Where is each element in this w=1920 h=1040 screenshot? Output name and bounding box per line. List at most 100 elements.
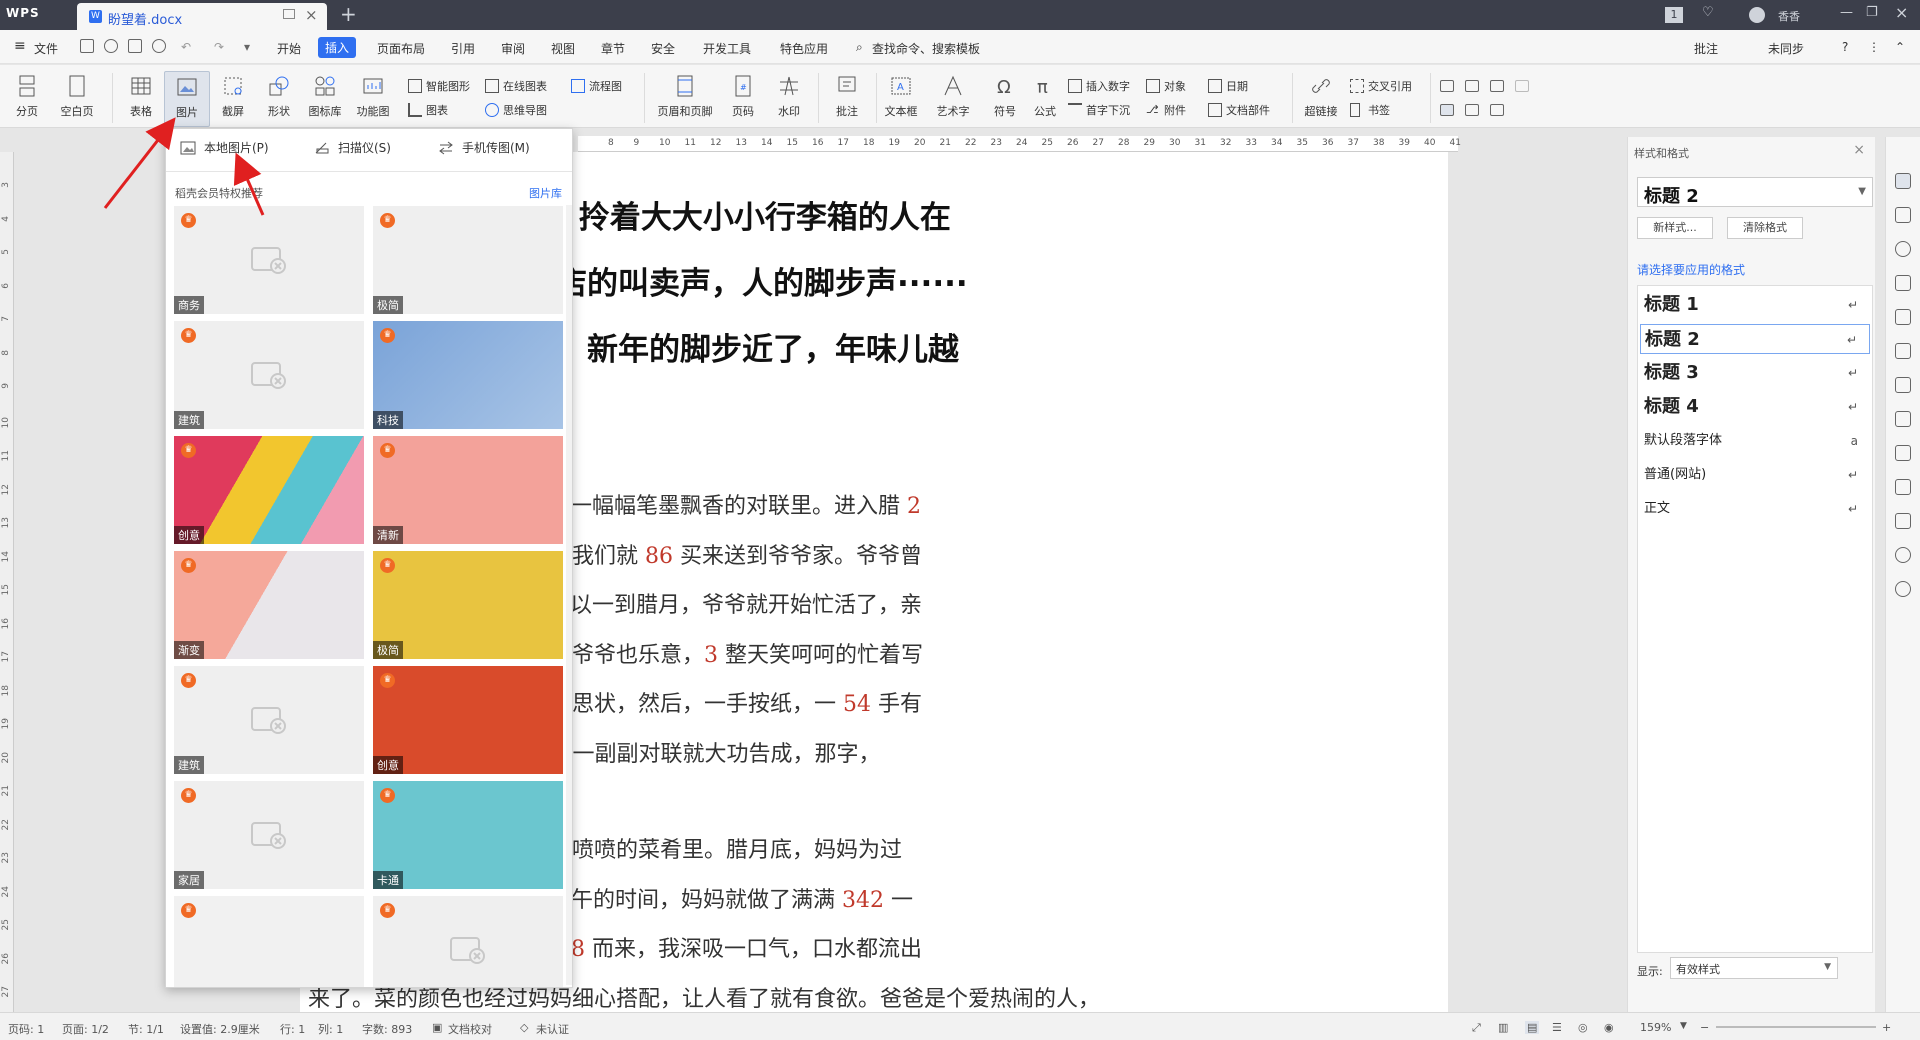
screenshot-button[interactable]: 截屏 [210, 71, 256, 127]
collapse-ribbon-icon[interactable]: ⌃ [1895, 40, 1905, 54]
history-icon[interactable] [1895, 547, 1911, 563]
hamburger-icon[interactable]: ≡ [14, 38, 26, 54]
status-certification[interactable]: 未认证 [536, 1021, 569, 1037]
style-item-heading4[interactable]: 标题 4 ↵ [1640, 392, 1870, 422]
header-footer-button[interactable]: 页眉和页脚 [655, 71, 715, 127]
zoom-level[interactable]: 159% [1640, 1021, 1671, 1034]
table-icon[interactable] [1895, 309, 1911, 325]
tab-insert[interactable]: 插入 [318, 37, 357, 58]
tab-view[interactable]: 视图 [551, 40, 575, 57]
formula-button[interactable]: π 公式 [1022, 71, 1068, 127]
style-item-heading2[interactable]: 标题 2 ↵ [1640, 324, 1870, 354]
wps-logo[interactable]: WPS [6, 6, 40, 20]
image-control-icon[interactable] [1515, 80, 1529, 92]
redo-icon[interactable]: ↷ [214, 40, 224, 54]
doc-parts-button[interactable]: 文档部件 [1208, 102, 1270, 120]
close-icon[interactable]: × [1895, 3, 1908, 23]
status-setting[interactable]: 设置值: 2.9厘米 [180, 1021, 260, 1037]
design-mode-icon[interactable] [1440, 104, 1454, 116]
cross-reference-button[interactable]: 交叉引用 [1350, 78, 1412, 96]
thumbnail-item[interactable]: ♛ 极简 [373, 206, 563, 314]
phone-picture-item[interactable]: 手机传图(M) [438, 139, 530, 161]
document-tab[interactable]: W 盼望着.docx × [77, 3, 327, 30]
new-style-button[interactable]: 新样式... [1637, 217, 1713, 239]
picture-library-link[interactable]: 图片库 [529, 185, 562, 201]
status-section[interactable]: 节: 1/1 [128, 1021, 164, 1037]
property-icon[interactable] [1895, 275, 1911, 291]
thumbnail-item[interactable]: ♛ 创意 [373, 666, 563, 774]
select-icon[interactable] [1895, 207, 1911, 223]
status-col[interactable]: 列: 1 [318, 1021, 343, 1037]
archive-icon[interactable] [1895, 445, 1911, 461]
hyperlink-button[interactable]: 超链接 [1298, 71, 1344, 127]
menu-file[interactable]: 文件 [34, 40, 58, 57]
print-icon[interactable] [128, 39, 142, 53]
list-icon[interactable] [1490, 80, 1504, 92]
shape-button[interactable]: 形状 [256, 71, 302, 127]
textbox-button[interactable]: A 文本框 [872, 71, 930, 127]
save-icon[interactable] [80, 39, 94, 53]
status-pages[interactable]: 页面: 1/2 [62, 1021, 109, 1037]
status-page-number[interactable]: 页码: 1 [8, 1021, 44, 1037]
icon-library-button[interactable]: 图标库 [302, 71, 348, 127]
thumbnail-item[interactable]: ♛ 卡通 [373, 781, 563, 889]
panel-close-icon[interactable]: × [1853, 142, 1865, 158]
avatar[interactable] [1749, 7, 1765, 23]
tab-chapter[interactable]: 章节 [601, 40, 625, 57]
smart-shape-button[interactable]: 智能图形 [408, 78, 470, 96]
panel-title[interactable]: 样式和格式 [1634, 145, 1689, 161]
tab-home[interactable]: 开始 [277, 40, 301, 57]
picture-button[interactable]: 图片 [164, 71, 210, 127]
adjust-icon[interactable] [1895, 343, 1911, 359]
maximize-icon[interactable]: ❐ [1866, 5, 1878, 25]
customize-icon[interactable]: ▾ [244, 40, 250, 54]
preview-icon[interactable] [152, 39, 166, 53]
page-view-icon[interactable]: ▤ [1525, 1021, 1540, 1034]
fullscreen-icon[interactable]: ⤢ [1472, 1021, 1481, 1035]
thumbnail-item[interactable]: ♛ 创意 [174, 436, 364, 544]
insert-number-button[interactable]: 插入数字 [1068, 78, 1130, 96]
tab-page-layout[interactable]: 页面布局 [377, 40, 425, 57]
tab-close-icon[interactable]: × [305, 6, 318, 24]
attachment-button[interactable]: ⎇ 附件 [1146, 102, 1186, 120]
help-icon[interactable] [1895, 581, 1911, 597]
page-break-button[interactable]: 分页 [4, 71, 50, 127]
page-number-button[interactable]: # 页码 [720, 71, 766, 127]
properties-icon[interactable] [1465, 104, 1479, 116]
web-view-icon[interactable]: ◎ [1578, 1021, 1588, 1034]
comment-menu[interactable]: 批注 [1694, 40, 1718, 57]
scanner-item[interactable]: 扫描仪(S) [314, 139, 391, 161]
drop-cap-button[interactable]: 首字下沉 [1068, 102, 1130, 120]
style-item-heading1[interactable]: 标题 1 ↵ [1640, 290, 1870, 320]
thumbnail-item[interactable]: ♛ 科技 [373, 321, 563, 429]
eye-icon[interactable]: ◉ [1604, 1021, 1614, 1034]
comment-button[interactable]: 批注 [824, 71, 870, 127]
two-page-icon[interactable]: ▥ [1498, 1021, 1508, 1034]
bookmark-button[interactable]: 书签 [1350, 102, 1390, 120]
chart-button[interactable]: 图表 [408, 102, 448, 120]
undo-icon[interactable]: ↶ [181, 40, 191, 54]
horizontal-ruler[interactable]: 8 9 10 11 12 13 14 15 16 17 18 19 20 21 22 23 24 25 26 27 28… [578, 136, 1461, 152]
status-word-count[interactable]: 字数: 893 [362, 1021, 412, 1037]
command-search[interactable]: 查找命令、搜索模板 [872, 40, 980, 57]
date-button[interactable]: 日期 [1208, 78, 1248, 96]
current-style-select[interactable]: 标题 2 ▼ [1637, 177, 1873, 207]
thumbnail-item[interactable]: ♛ 建筑 [174, 666, 364, 774]
status-row[interactable]: 行: 1 [280, 1021, 305, 1037]
tab-developer[interactable]: 开发工具 [703, 40, 751, 57]
status-proof[interactable]: 文档校对 [448, 1021, 492, 1037]
vertical-ruler[interactable]: 3 4 5 6 7 8 9 10 11 12 13 14 15 16 17 18 19 20 21 22 23 24 25 2… [0, 152, 14, 1012]
watermark-button[interactable]: 水印 [766, 71, 812, 127]
mindmap-button[interactable]: 思维导图 [485, 102, 547, 120]
zoom-dropdown-icon[interactable]: ▼ [1680, 1021, 1687, 1031]
tab-references[interactable]: 引用 [451, 40, 475, 57]
shapes-icon[interactable] [1895, 241, 1911, 257]
object-button[interactable]: 对象 [1146, 78, 1186, 96]
format-icon[interactable] [1895, 377, 1911, 393]
wordart-button[interactable]: 艺术字 [924, 71, 982, 127]
thumbnail-item[interactable]: ♛ [174, 896, 364, 987]
output-icon[interactable] [104, 39, 118, 53]
thumbnail-item[interactable]: ♛ 清新 [373, 436, 563, 544]
image-icon[interactable] [1895, 479, 1911, 495]
minimize-icon[interactable]: — [1840, 5, 1853, 25]
